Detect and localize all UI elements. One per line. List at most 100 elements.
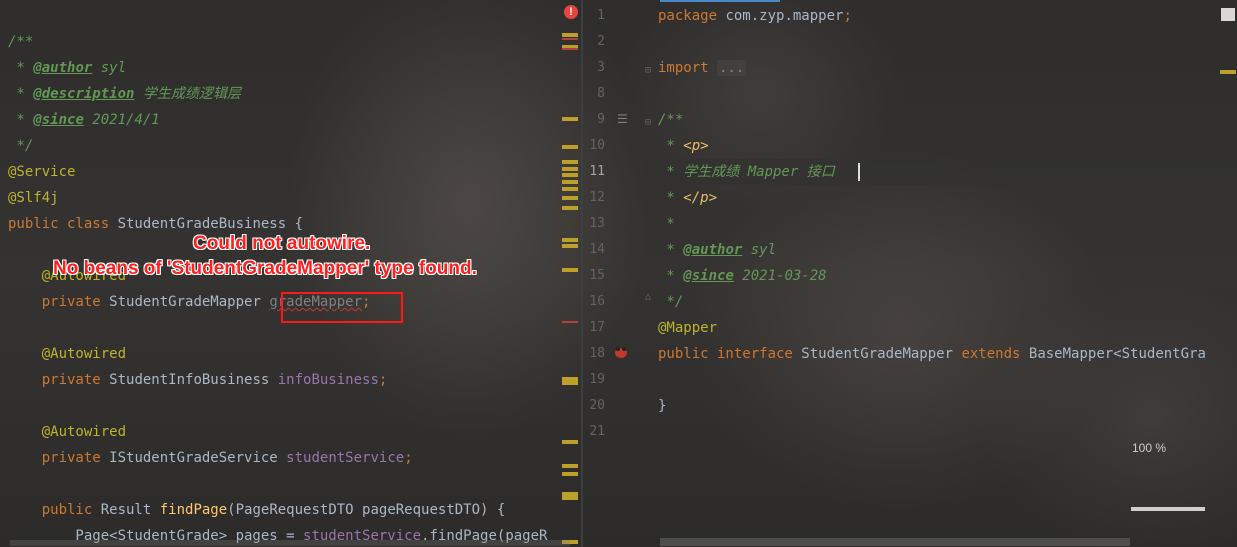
stripe-marker[interactable] xyxy=(1220,70,1236,74)
code-token: <p> xyxy=(683,138,709,154)
code-token: public class xyxy=(8,216,118,232)
code-token: @author xyxy=(683,242,743,258)
code-token: private xyxy=(8,450,110,466)
code-token: @author xyxy=(33,60,93,76)
code-line[interactable]: @Slf4j xyxy=(8,185,59,211)
mybatis-mapper-icon[interactable] xyxy=(613,345,629,359)
code-token: 学生成绩逻辑层 xyxy=(134,86,241,102)
code-token: private xyxy=(8,372,110,388)
code-line[interactable]: @Service xyxy=(8,159,75,185)
stripe-marker[interactable] xyxy=(562,472,578,476)
code-token: * xyxy=(658,242,684,258)
stripe-marker[interactable] xyxy=(562,238,578,242)
stripe-marker[interactable] xyxy=(562,244,578,248)
code-token: public xyxy=(8,502,101,518)
code-token: @Mapper xyxy=(658,320,718,336)
inspection-status-icon[interactable] xyxy=(1221,8,1235,21)
code-token: com.zyp.mapper xyxy=(725,8,844,24)
code-token: import xyxy=(658,60,718,76)
stripe-marker[interactable] xyxy=(562,33,578,37)
left-horizontal-scrollbar[interactable] xyxy=(10,540,570,546)
error-highlight-box xyxy=(281,292,403,323)
code-line[interactable]: /** xyxy=(658,107,683,133)
code-token: (PageRequestDTO pageRequestDTO) { xyxy=(227,502,506,518)
stripe-marker[interactable] xyxy=(562,180,578,184)
code-token: 2021/4/1 xyxy=(83,112,160,128)
code-line[interactable]: package com.zyp.mapper; xyxy=(658,3,852,29)
fold-toggle-icon[interactable]: △ xyxy=(645,291,651,302)
stripe-marker[interactable] xyxy=(562,38,578,40)
split-divider[interactable] xyxy=(581,0,583,547)
left-error-stripe[interactable] xyxy=(560,0,582,547)
implementation-gutter-icon[interactable]: ☰ xyxy=(617,112,628,126)
stripe-marker[interactable] xyxy=(562,206,578,210)
stripe-marker[interactable] xyxy=(562,145,578,149)
code-line[interactable]: * </p> xyxy=(658,185,717,211)
code-token: syl xyxy=(742,242,777,258)
code-line[interactable]: /** xyxy=(8,29,33,55)
code-line[interactable]: */ xyxy=(8,133,33,159)
code-line[interactable]: * @since 2021-03-28 xyxy=(658,263,826,289)
code-line[interactable]: } xyxy=(658,393,666,419)
code-line[interactable]: @Autowired xyxy=(8,341,126,367)
code-line[interactable]: * xyxy=(658,211,674,237)
stripe-marker[interactable] xyxy=(562,381,578,385)
code-line[interactable]: import ... xyxy=(658,55,747,81)
stripe-marker[interactable] xyxy=(562,187,578,191)
active-tab-indicator xyxy=(660,0,780,2)
code-token: */ xyxy=(8,138,34,154)
zoom-bar[interactable] xyxy=(1131,507,1205,511)
right-horizontal-scrollbar[interactable] xyxy=(660,538,1130,546)
fold-toggle-icon[interactable]: ⊟ xyxy=(645,65,651,76)
stripe-marker[interactable] xyxy=(562,160,578,164)
code-token: * 学生成绩 Mapper 接口 xyxy=(658,164,835,180)
code-token: StudentGradeBusiness { xyxy=(117,216,304,232)
code-token: * xyxy=(658,268,684,284)
code-token: /** xyxy=(8,34,34,50)
code-token: * xyxy=(8,112,34,128)
code-token: } xyxy=(658,398,667,414)
code-line[interactable]: * <p> xyxy=(658,133,709,159)
code-token: ; xyxy=(404,450,413,466)
stripe-marker[interactable] xyxy=(562,117,578,121)
code-line[interactable]: private IStudentGradeService studentServ… xyxy=(8,445,413,471)
code-token: * xyxy=(8,86,34,102)
code-line[interactable]: * 学生成绩 Mapper 接口 xyxy=(658,159,835,185)
stripe-marker[interactable] xyxy=(562,167,578,171)
fold-toggle-icon[interactable]: ⊟ xyxy=(645,117,651,128)
code-line[interactable]: @Mapper xyxy=(658,315,717,341)
code-token: studentService xyxy=(286,450,405,466)
code-token: ; xyxy=(843,8,852,24)
code-line[interactable]: public Result findPage(PageRequestDTO pa… xyxy=(8,497,506,523)
stripe-marker[interactable] xyxy=(562,196,578,200)
code-token: @since xyxy=(683,268,734,284)
code-line[interactable]: * @author syl xyxy=(658,237,776,263)
code-token: StudentGradeMapper xyxy=(801,346,962,362)
code-line[interactable]: */ xyxy=(658,289,683,315)
stripe-marker[interactable] xyxy=(562,268,578,272)
stripe-marker[interactable] xyxy=(562,496,578,500)
code-token: @description xyxy=(33,86,135,102)
code-token: @Slf4j xyxy=(8,190,59,206)
code-token: */ xyxy=(658,294,684,310)
code-token: @since xyxy=(33,112,84,128)
stripe-marker[interactable] xyxy=(562,321,578,323)
right-editor-pane[interactable]: package com.zyp.mapper; import ... /** * <… xyxy=(651,0,1237,547)
code-token: private xyxy=(8,294,110,310)
stripe-marker[interactable] xyxy=(562,440,578,444)
code-line[interactable]: private StudentInfoBusiness infoBusiness… xyxy=(8,367,388,393)
code-token: * xyxy=(658,138,684,154)
code-line[interactable]: * @author syl xyxy=(8,55,126,81)
code-token: /** xyxy=(658,112,684,128)
code-line[interactable]: * @description 学生成绩逻辑层 xyxy=(8,81,241,107)
stripe-marker[interactable] xyxy=(562,464,578,468)
error-indicator-icon[interactable]: ! xyxy=(564,5,578,19)
code-line[interactable]: * @since 2021/4/1 xyxy=(8,107,160,133)
code-line[interactable]: @Autowired xyxy=(8,419,126,445)
stripe-marker[interactable] xyxy=(562,173,578,177)
code-token: package xyxy=(658,8,726,24)
code-token: public interface xyxy=(658,346,802,362)
stripe-marker[interactable] xyxy=(562,48,578,50)
code-line[interactable]: public interface StudentGradeMapper exte… xyxy=(658,341,1206,367)
right-error-stripe[interactable] xyxy=(1218,0,1237,547)
